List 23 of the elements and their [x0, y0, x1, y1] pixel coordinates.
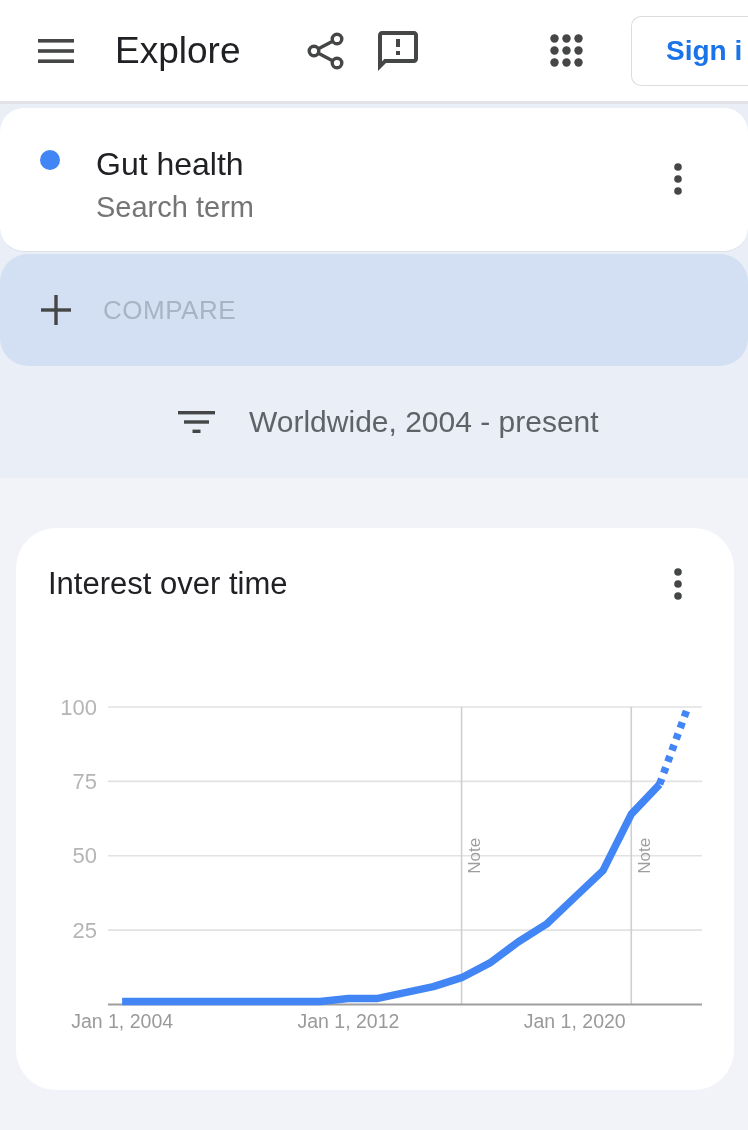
filter-button[interactable]: Worldwide, 2004 - present — [178, 405, 599, 439]
note-label: Note — [634, 837, 654, 874]
filter-icon — [178, 411, 215, 433]
apps-grid-icon[interactable] — [550, 34, 583, 67]
plus-icon — [41, 295, 71, 325]
more-options-icon[interactable] — [674, 163, 682, 195]
menu-icon[interactable] — [38, 38, 74, 63]
y-axis-label: 25 — [72, 917, 97, 943]
y-axis-label: 50 — [72, 843, 97, 869]
x-axis-label: Jan 1, 2004 — [71, 1010, 174, 1032]
more-options-icon[interactable] — [674, 568, 682, 600]
x-axis-label: Jan 1, 2012 — [297, 1010, 400, 1032]
chart-title: Interest over time — [48, 566, 288, 602]
share-icon[interactable] — [307, 31, 344, 70]
feedback-icon[interactable] — [378, 30, 418, 71]
search-term-name: Gut health — [96, 146, 245, 182]
search-term-type: Search term — [96, 190, 254, 224]
page-title: Explore — [115, 29, 241, 72]
note-label: Note — [465, 837, 485, 874]
y-axis-label: 75 — [72, 768, 97, 794]
sign-in-button[interactable]: Sign i — [631, 15, 748, 86]
y-axis-label: 100 — [60, 694, 97, 720]
x-axis-label: Jan 1, 2020 — [523, 1010, 626, 1032]
